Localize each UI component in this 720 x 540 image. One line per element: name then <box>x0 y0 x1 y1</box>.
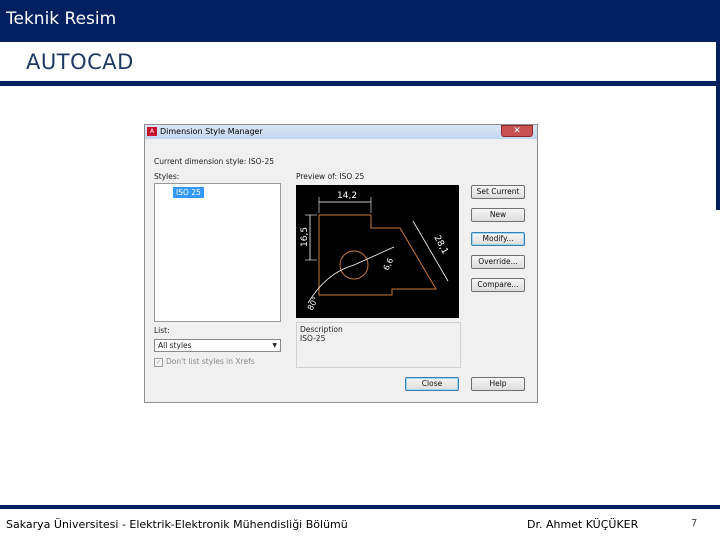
dont-list-xrefs-checkbox[interactable]: ✓ <box>154 357 163 367</box>
dont-list-xrefs-option[interactable]: ✓ Don't list styles in Xrefs <box>154 357 255 367</box>
close-button[interactable]: Close <box>405 377 459 391</box>
preview-drawing: 14,2 16,5 28,1 6,6 80° <box>300 191 450 312</box>
dim-text-angle: 80° <box>306 295 321 312</box>
help-button[interactable]: Help <box>471 377 525 391</box>
footer-author: Dr. Ahmet KÜÇÜKER <box>527 518 639 531</box>
dim-text-radius: 6,6 <box>382 257 396 272</box>
list-filter-value: All styles <box>158 341 192 350</box>
page-number: 7 <box>691 518 698 529</box>
dont-list-xrefs-label: Don't list styles in Xrefs <box>166 357 255 366</box>
new-button[interactable]: New <box>471 208 525 222</box>
chevron-down-icon: ▼ <box>272 342 277 349</box>
dimension-style-manager-dialog: A Dimension Style Manager ✕ Current dime… <box>144 124 538 403</box>
close-window-button[interactable]: ✕ <box>501 125 533 137</box>
style-preview-canvas: 14,2 16,5 28,1 6,6 80° <box>296 185 459 318</box>
style-item-iso-25[interactable]: ISO 25 <box>173 187 204 198</box>
footer-university: Sakarya Üniversitesi - Elektrik-Elektron… <box>6 518 348 531</box>
autocad-app-icon: A <box>147 127 157 136</box>
slide-subtitle: AUTOCAD <box>26 50 134 74</box>
list-label: List: <box>154 326 170 335</box>
override-button[interactable]: Override... <box>471 255 525 269</box>
part-outline <box>318 214 437 296</box>
preview-label: Preview of: ISO 25 <box>296 172 365 181</box>
description-value: ISO-25 <box>300 334 326 343</box>
footer-rule <box>0 505 720 509</box>
modify-button[interactable]: Modify... <box>471 232 525 246</box>
dim-text-top: 14,2 <box>337 191 357 201</box>
dialog-titlebar[interactable]: A Dimension Style Manager ✕ <box>145 125 537 139</box>
header-bar: Teknik Resim <box>0 0 720 42</box>
header-title: Teknik Resim <box>6 9 117 29</box>
styles-label: Styles: <box>154 172 180 181</box>
description-group: Description ISO-25 <box>296 322 461 368</box>
side-accent-strip <box>716 42 720 210</box>
dialog-title: Dimension Style Manager <box>160 127 263 136</box>
list-filter-dropdown[interactable]: All styles ▼ <box>154 339 281 352</box>
header-rule <box>0 81 720 86</box>
set-current-button[interactable]: Set Current <box>471 185 525 199</box>
description-label: Description <box>300 325 343 334</box>
current-style-label: Current dimension style: ISO-25 <box>154 157 275 166</box>
dim-text-right: 28,1 <box>431 234 449 256</box>
dim-text-left: 16,5 <box>300 227 310 247</box>
compare-button[interactable]: Compare... <box>471 278 525 292</box>
styles-list[interactable]: ISO 25 <box>154 183 281 322</box>
